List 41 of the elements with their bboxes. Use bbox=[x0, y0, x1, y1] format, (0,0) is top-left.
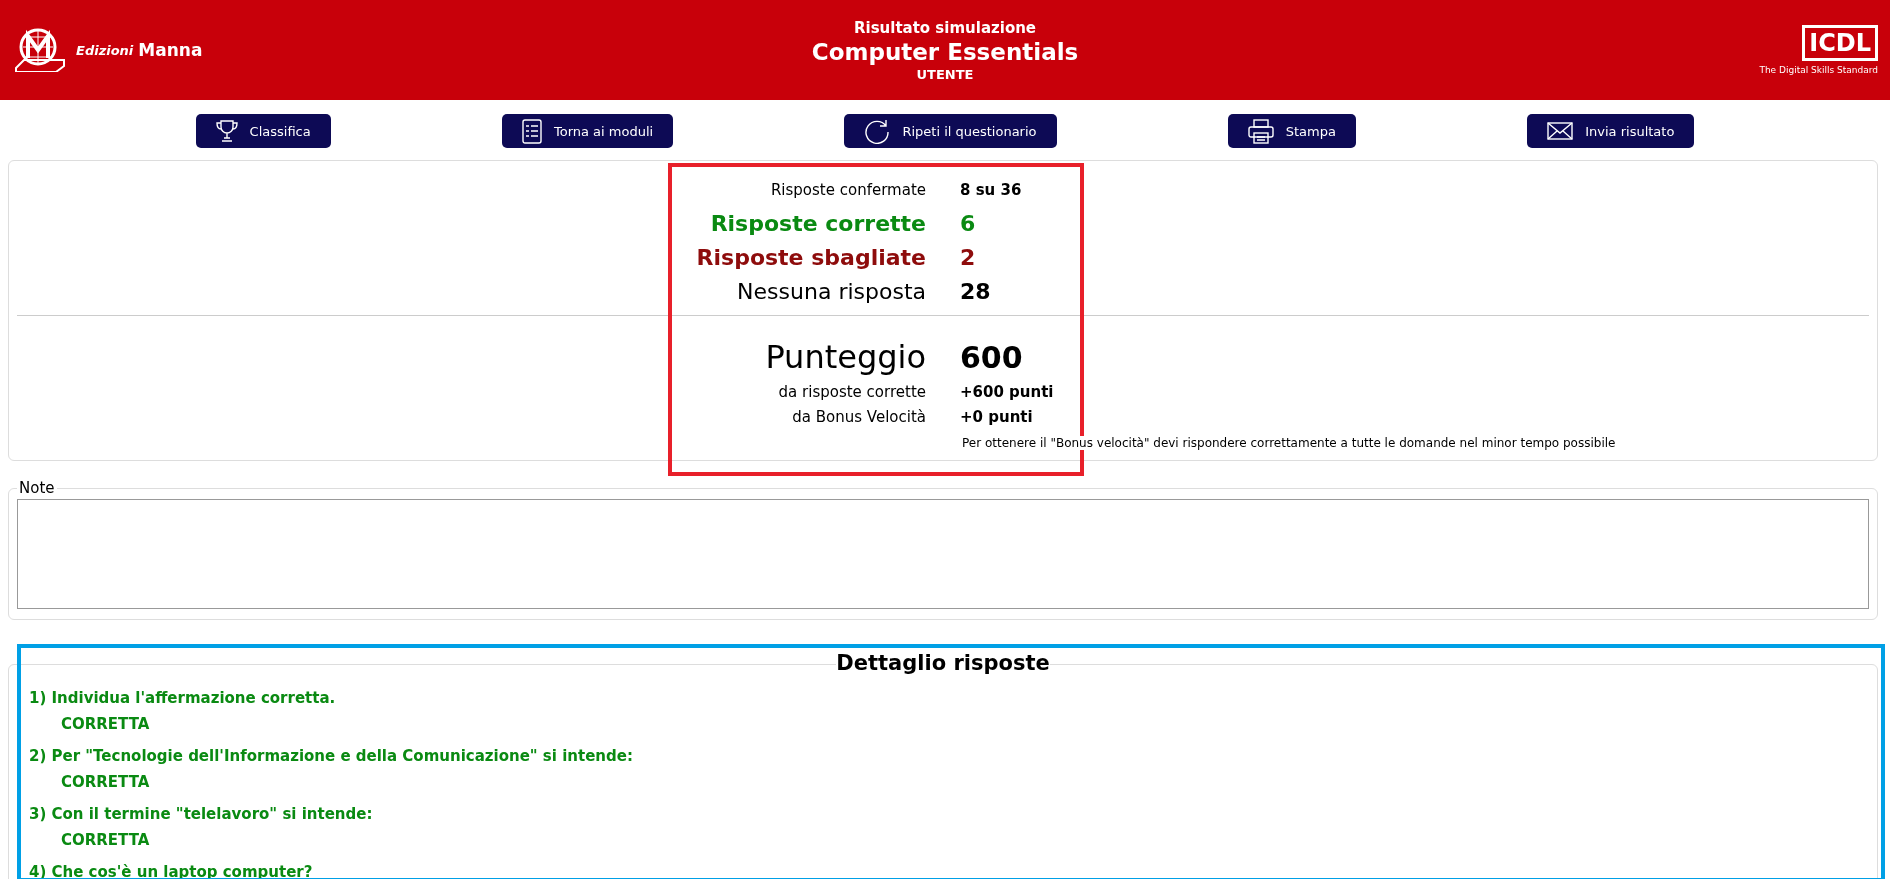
answer-status: CORRETTA bbox=[61, 831, 151, 849]
toolbar-button[interactable]: Invia risultato bbox=[1527, 114, 1695, 148]
question-text: 2) Per "Tecnologie dell'Informazione e della Comunicazione" si intende: bbox=[29, 747, 634, 765]
count-value: 28 bbox=[960, 279, 992, 304]
points-label: da risposte corrette bbox=[777, 382, 926, 403]
points-value: +0 punti bbox=[960, 408, 1034, 426]
score-label: Punteggio bbox=[764, 337, 926, 378]
refresh-icon bbox=[864, 118, 891, 144]
section-title: Dettaglio risposte bbox=[836, 651, 1050, 675]
printer-icon bbox=[1247, 118, 1274, 144]
certification-logo: ICDL bbox=[1802, 24, 1878, 62]
bonus-hint: Per ottenere il "Bonus velocità" devi rispondere correttamente a tutte le domande nel minor tempo possibile bbox=[960, 436, 1618, 450]
answer-status: CORRETTA bbox=[61, 715, 151, 733]
envelope-icon bbox=[1547, 122, 1574, 140]
toolbar-button[interactable]: Torna ai moduli bbox=[501, 114, 674, 148]
logo-tagline: The Digital Skills Standard bbox=[1759, 65, 1878, 76]
question-text: 1) Individua l'affermazione corretta. bbox=[29, 689, 337, 707]
note-legend: Note bbox=[17, 479, 57, 497]
publisher-name: Edizioni bbox=[76, 42, 134, 58]
count-label: Nessuna risposta bbox=[736, 278, 926, 306]
count-value: 2 bbox=[960, 245, 977, 270]
count-label: Risposte corrette bbox=[709, 210, 926, 238]
page-subtitle: Risultato simulazione bbox=[852, 18, 1038, 37]
trophy-icon bbox=[215, 119, 238, 143]
count-label: Risposte confermate bbox=[769, 180, 926, 201]
count-label: Risposte sbagliate bbox=[695, 244, 926, 272]
points-value: +600 punti bbox=[960, 383, 1055, 401]
toolbar-button[interactable]: Classifica bbox=[195, 114, 331, 148]
toolbar-button[interactable]: Stampa bbox=[1227, 114, 1356, 148]
user-name: UTENTE bbox=[915, 66, 975, 82]
count-value: 6 bbox=[960, 211, 977, 236]
question-text: 3) Con il termine "telelavoro" si intende: bbox=[29, 805, 374, 823]
page-title: Computer Essentials bbox=[811, 38, 1079, 65]
count-value: 8 su 36 bbox=[960, 181, 1023, 199]
answer-status: CORRETTA bbox=[61, 773, 151, 791]
note-field[interactable] bbox=[17, 499, 1869, 609]
score-value: 600 bbox=[960, 340, 1024, 375]
points-label: da Bonus Velocità bbox=[791, 407, 926, 428]
publisher-name: Manna bbox=[138, 40, 203, 60]
checklist-icon bbox=[521, 118, 542, 144]
toolbar-button[interactable]: Ripeti il questionario bbox=[844, 114, 1057, 148]
